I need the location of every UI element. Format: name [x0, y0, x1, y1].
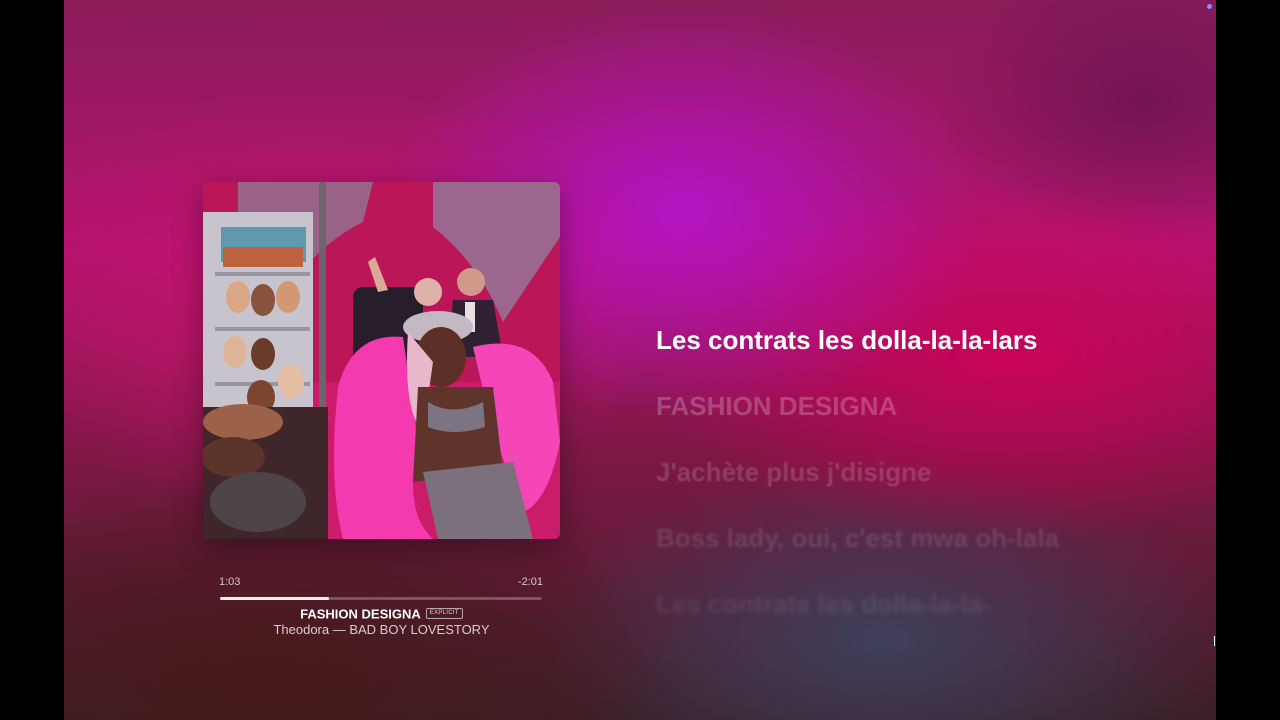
- album-artwork-image: [203, 182, 560, 539]
- artist-album-subtitle[interactable]: Theodora — BAD BOY LOVESTORY: [203, 622, 560, 637]
- status-indicator: [1207, 4, 1212, 9]
- text-cursor-indicator: [1214, 636, 1215, 646]
- music-player-window: 1:03 -2:01 FASHION DESIGNA EXPLICIT Theod…: [64, 0, 1216, 720]
- elapsed-time: 1:03: [219, 576, 241, 588]
- lyric-line[interactable]: J'achète plus j'disigne: [656, 454, 1076, 490]
- video-frame: 1:03 -2:01 FASHION DESIGNA EXPLICIT Theod…: [0, 0, 1280, 720]
- explicit-badge: EXPLICIT: [425, 608, 463, 620]
- progress-fill: [220, 597, 330, 600]
- lyrics-panel: Les contrats les dolla-la-la-lars FASHIO…: [656, 322, 1076, 652]
- progress-slider[interactable]: [220, 597, 542, 600]
- lyric-line[interactable]: FASHION DESIGNA: [656, 388, 1076, 424]
- lyric-line-current[interactable]: Les contrats les dolla-la-la-lars: [656, 322, 1076, 358]
- album-artwork[interactable]: [203, 182, 560, 539]
- lyric-line[interactable]: Les contrats les dolla-la-la-: [656, 586, 1076, 622]
- now-playing-title-row: FASHION DESIGNA EXPLICIT: [203, 605, 560, 623]
- remaining-time: -2:01: [517, 576, 543, 588]
- lyric-line[interactable]: Boss lady, oui, c'est mwa oh-lala: [656, 520, 1076, 556]
- song-title[interactable]: FASHION DESIGNA: [300, 606, 421, 621]
